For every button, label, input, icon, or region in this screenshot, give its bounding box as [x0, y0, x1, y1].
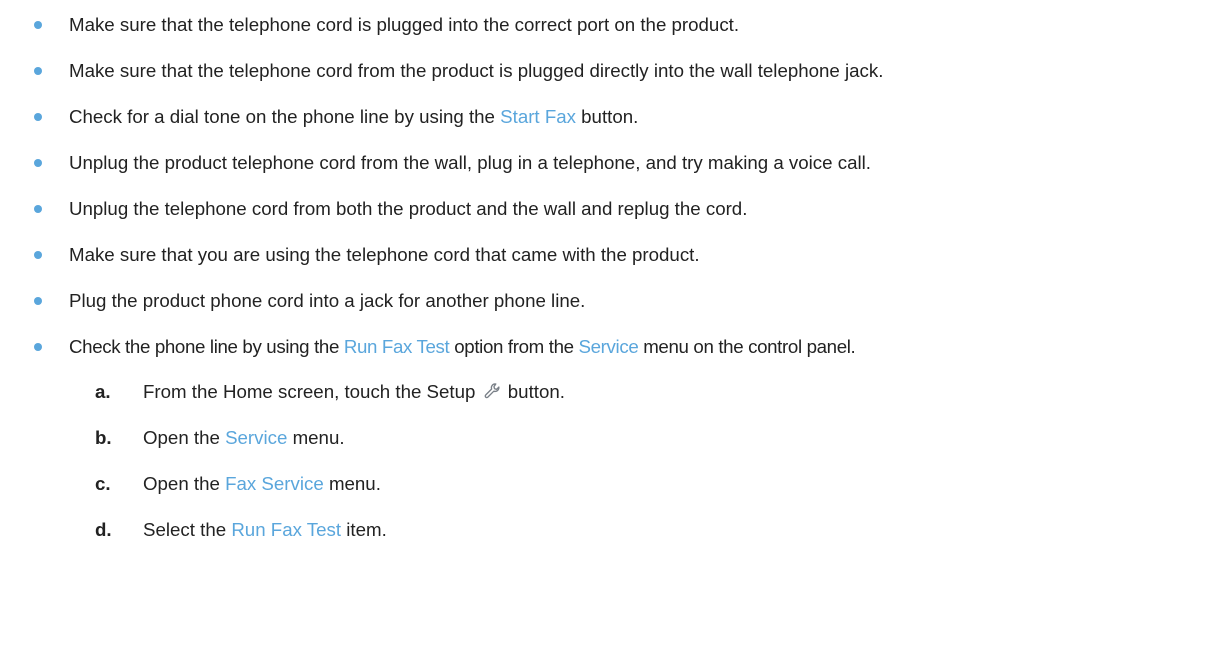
ui-term-run-fax-test: Run Fax Test [343, 336, 450, 357]
list-item-text: Check the phone line by using the Run Fa… [69, 336, 856, 358]
list-item: Make sure that the telephone cord from t… [0, 56, 1222, 86]
bullet-icon [34, 21, 42, 29]
text-segment: item. [341, 519, 387, 540]
bullet-icon [34, 159, 42, 167]
bullet-icon [34, 113, 42, 121]
text-segment: From the Home screen, touch the Setup [143, 381, 481, 402]
step-letter: c. [95, 473, 111, 494]
bullet-icon [34, 67, 42, 75]
bullet-icon [34, 251, 42, 259]
list-item-text: Unplug the product telephone cord from t… [69, 152, 871, 173]
ui-term-fax-service: Fax Service [225, 473, 324, 494]
text-segment: Select the [143, 519, 232, 540]
list-item-text: Make sure that you are using the telepho… [69, 244, 700, 265]
ui-term-start-fax: Start Fax [500, 106, 576, 127]
step-letter: b. [95, 427, 112, 448]
list-item: Check for a dial tone on the phone line … [0, 102, 1222, 132]
list-item: Plug the product phone cord into a jack … [0, 286, 1222, 316]
step-text: Select the Run Fax Test item. [143, 519, 387, 541]
list-item-text: Check for a dial tone on the phone line … [69, 106, 638, 128]
text-segment: menu. [287, 427, 345, 448]
ui-term-service: Service [225, 427, 288, 448]
ui-term-run-fax-test: Run Fax Test [231, 519, 342, 540]
step-text: Open the Service menu. [143, 427, 345, 449]
wrench-icon [484, 383, 500, 399]
text-segment: Open the [143, 427, 226, 448]
text-segment: button. [575, 106, 639, 127]
text-segment: menu on the control panel. [638, 336, 856, 357]
list-item: Make sure that you are using the telepho… [0, 240, 1222, 270]
text-segment: Check the phone line by using the [69, 336, 344, 357]
list-item: Unplug the product telephone cord from t… [0, 148, 1222, 178]
list-item: Unplug the telephone cord from both the … [0, 194, 1222, 224]
step-item: b. Open the Service menu. [0, 423, 1222, 453]
ui-term-service: Service [578, 336, 639, 357]
step-text: Open the Fax Service menu. [143, 473, 381, 495]
list-item: Make sure that the telephone cord is plu… [0, 10, 1222, 40]
list-item-text: Plug the product phone cord into a jack … [69, 290, 586, 311]
list-item-text: Make sure that the telephone cord from t… [69, 60, 884, 81]
list-item-text: Make sure that the telephone cord is plu… [69, 14, 740, 35]
step-item: c. Open the Fax Service menu. [0, 469, 1222, 499]
step-item: a. From the Home screen, touch the Setup… [0, 377, 1222, 407]
step-letter: d. [95, 519, 112, 540]
step-letter: a. [95, 381, 111, 402]
text-segment: button. [502, 381, 565, 402]
text-segment: Check for a dial tone on the phone line … [69, 106, 501, 127]
text-segment: option from the [449, 336, 579, 357]
list-item: Check the phone line by using the Run Fa… [0, 332, 1222, 362]
text-segment: menu. [323, 473, 381, 494]
step-item: d. Select the Run Fax Test item. [0, 515, 1222, 545]
step-text: From the Home screen, touch the Setup bu… [143, 381, 565, 403]
bullet-icon [34, 205, 42, 213]
list-item-text: Unplug the telephone cord from both the … [69, 198, 748, 219]
text-segment: Open the [143, 473, 226, 494]
bullet-icon [34, 297, 42, 305]
bullet-icon [34, 343, 42, 351]
